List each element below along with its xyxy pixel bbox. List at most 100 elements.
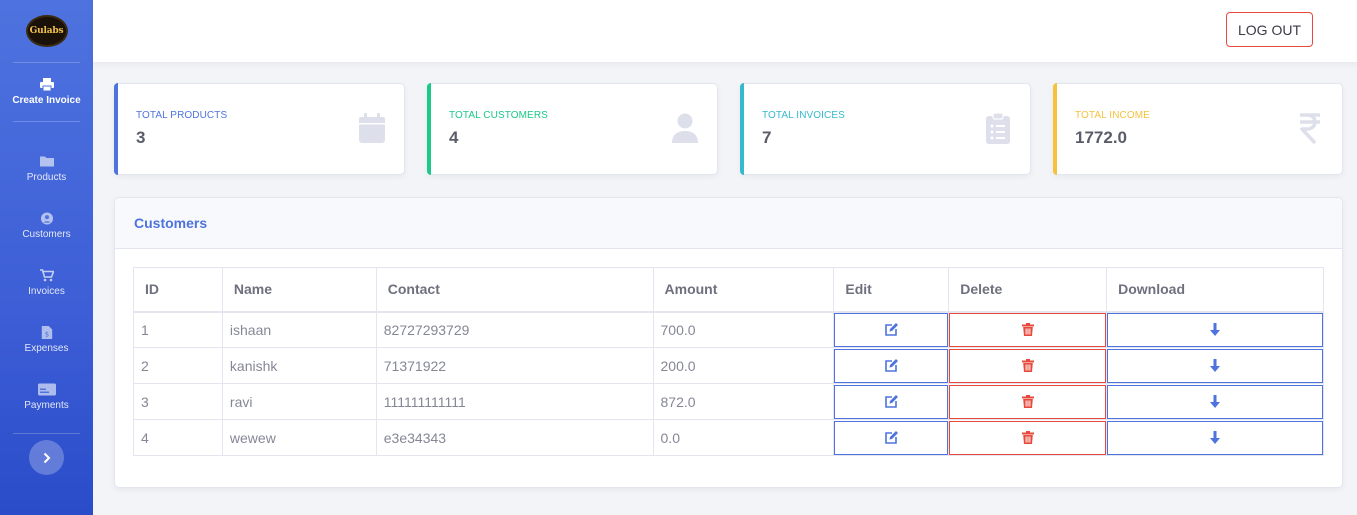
- sidebar-item-products[interactable]: Products: [0, 140, 93, 197]
- edit-button[interactable]: [834, 348, 949, 383]
- delete-button[interactable]: [949, 420, 1107, 455]
- sidebar-item-expenses[interactable]: $ Expenses: [0, 311, 93, 368]
- stat-title: TOTAL CUSTOMERS: [449, 110, 548, 121]
- sidebar-item-label: Customers: [22, 228, 71, 240]
- stat-value: 7: [762, 128, 772, 147]
- delete-button[interactable]: [949, 384, 1107, 419]
- cell-download: [1106, 383, 1324, 420]
- trash-icon: [1021, 323, 1034, 337]
- cell-delete: [948, 383, 1108, 420]
- card-accent-bar: [114, 83, 118, 175]
- cell-name: kanishk: [221, 347, 377, 384]
- card-accent-bar: [740, 83, 744, 175]
- column-header-download: Download: [1106, 267, 1324, 313]
- cell-download: [1106, 419, 1324, 456]
- clipboard-list-icon: [986, 112, 1010, 144]
- receipt-icon: $: [41, 325, 52, 339]
- trash-icon: [1021, 395, 1034, 408]
- cell-download: [1106, 311, 1324, 348]
- stat-card-total-products: TOTAL PRODUCTS 3: [114, 83, 405, 175]
- download-button[interactable]: [1107, 312, 1323, 347]
- cell-name: ishaan: [221, 311, 377, 348]
- trash-icon: [1021, 431, 1034, 444]
- user-icon: [672, 113, 698, 143]
- user-circle-icon: [40, 211, 53, 225]
- arrow-down-icon: [1210, 431, 1221, 444]
- table-row: 3 ravi 111111111111 872.0: [133, 383, 1324, 420]
- table-header-row: ID Name Contact Amount Edit Delete Downl…: [133, 267, 1324, 313]
- edit-icon: [885, 395, 899, 408]
- edit-button[interactable]: [834, 420, 949, 455]
- sidebar-toggle-button[interactable]: [29, 440, 64, 475]
- logout-button[interactable]: LOG OUT: [1226, 12, 1313, 47]
- cell-edit: [833, 383, 950, 420]
- customers-table: ID Name Contact Amount Edit Delete Downl…: [133, 267, 1324, 456]
- topbar: [93, 0, 1357, 62]
- sidebar-item-label: Payments: [24, 399, 69, 411]
- table-row: 2 kanishk 71371922 200.0: [133, 347, 1324, 384]
- cell-delete: [948, 419, 1108, 456]
- sidebar-item-invoices[interactable]: Invoices: [0, 254, 93, 311]
- stat-title: TOTAL PRODUCTS: [136, 110, 228, 121]
- cell-id: 1: [133, 311, 223, 348]
- brand-logo: Gulabs: [25, 15, 68, 47]
- table-row: 4 wewew e3e34343 0.0: [133, 419, 1324, 456]
- card-accent-bar: [1053, 83, 1057, 175]
- sidebar-item-label: Create Invoice: [12, 95, 81, 106]
- stat-title: TOTAL INCOME: [1075, 110, 1150, 121]
- cell-id: 3: [133, 383, 223, 420]
- rupee-icon: [1300, 113, 1320, 144]
- stat-card-total-income: TOTAL INCOME 1772.0: [1053, 83, 1343, 175]
- panel-title: Customers: [134, 215, 208, 231]
- sidebar: Gulabs Create Invoice Products Customers…: [0, 0, 93, 515]
- arrow-down-icon: [1210, 359, 1221, 372]
- brand-logo-text: Gulabs: [29, 26, 64, 36]
- edit-button[interactable]: [834, 312, 949, 347]
- cell-edit: [833, 419, 950, 456]
- sidebar-item-create-invoice[interactable]: Create Invoice: [0, 63, 93, 121]
- edit-button[interactable]: [834, 384, 949, 419]
- cell-name: ravi: [221, 383, 377, 420]
- cell-edit: [833, 347, 950, 384]
- column-header-name[interactable]: Name: [221, 267, 377, 313]
- column-header-edit: Edit: [833, 267, 950, 313]
- arrow-down-icon: [1210, 395, 1221, 408]
- stat-card-total-customers: TOTAL CUSTOMERS 4: [427, 83, 718, 175]
- column-header-amount[interactable]: Amount: [652, 267, 835, 313]
- sidebar-item-label: Products: [26, 171, 67, 183]
- edit-icon: [885, 359, 899, 372]
- folder-icon: [39, 156, 54, 166]
- sidebar-item-label: Invoices: [28, 285, 65, 297]
- cell-delete: [948, 347, 1108, 384]
- chevron-right-icon: [43, 452, 50, 463]
- cell-amount: 200.0: [652, 347, 835, 384]
- printer-icon: [39, 78, 54, 91]
- sidebar-item-payments[interactable]: Payments: [0, 368, 93, 425]
- delete-button[interactable]: [949, 348, 1107, 383]
- download-button[interactable]: [1107, 420, 1323, 455]
- stat-value: 1772.0: [1075, 128, 1127, 147]
- edit-icon: [885, 323, 899, 337]
- trash-icon: [1021, 359, 1034, 372]
- stat-value: 4: [449, 128, 459, 147]
- delete-button[interactable]: [949, 312, 1107, 347]
- cell-id: 4: [133, 419, 223, 456]
- cell-contact: 111111111111: [375, 383, 654, 420]
- stat-value: 3: [136, 128, 146, 147]
- cell-download: [1106, 347, 1324, 384]
- cell-id: 2: [133, 347, 223, 384]
- sidebar-item-customers[interactable]: Customers: [0, 197, 93, 254]
- card-accent-bar: [427, 83, 431, 175]
- stat-card-total-invoices: TOTAL INVOICES 7: [740, 83, 1031, 175]
- column-header-id[interactable]: ID: [133, 267, 223, 313]
- column-header-delete: Delete: [948, 267, 1108, 313]
- cell-contact: e3e34343: [375, 419, 654, 456]
- arrow-down-icon: [1210, 323, 1221, 337]
- stat-title: TOTAL INVOICES: [762, 110, 845, 121]
- cell-delete: [948, 311, 1108, 348]
- brand[interactable]: Gulabs: [0, 0, 93, 62]
- download-button[interactable]: [1107, 348, 1323, 383]
- download-button[interactable]: [1107, 384, 1323, 419]
- cell-amount: 700.0: [652, 311, 835, 348]
- column-header-contact[interactable]: Contact: [375, 267, 654, 313]
